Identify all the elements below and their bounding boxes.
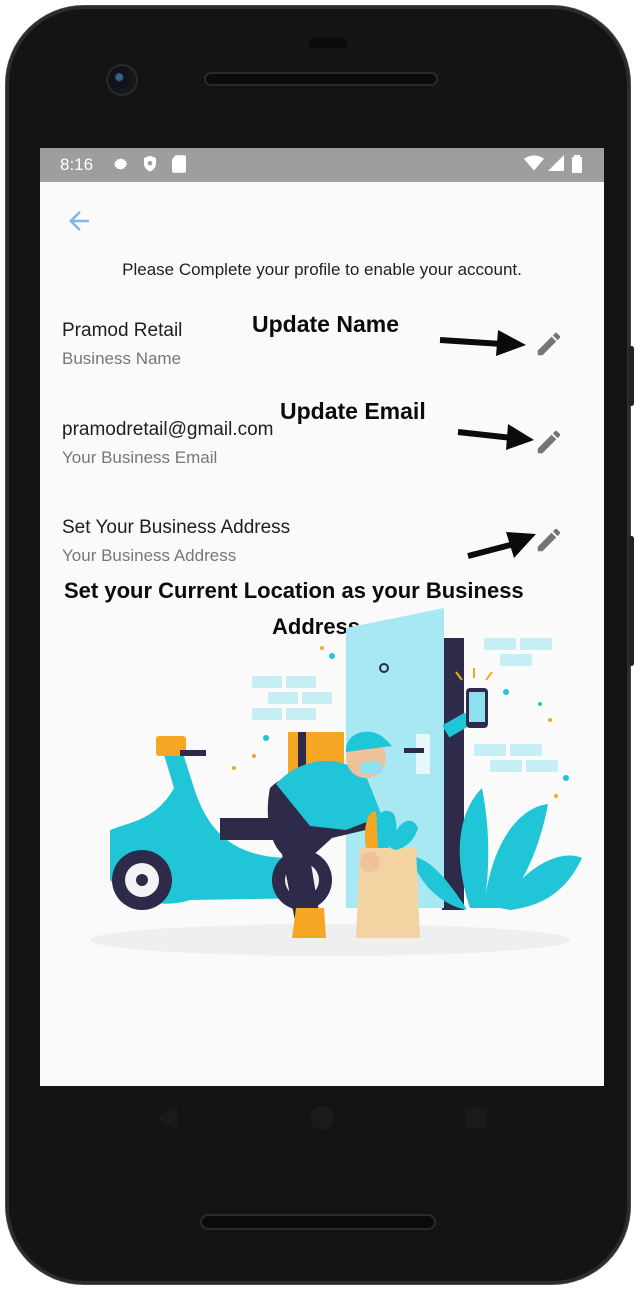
earpiece-speaker bbox=[204, 72, 438, 86]
annotation-set-location-line1: Set your Current Location as your Busine… bbox=[64, 578, 524, 603]
navigation-bar bbox=[40, 1086, 604, 1152]
annotation-arrow-email bbox=[457, 424, 534, 450]
delivery-illustration bbox=[90, 608, 582, 956]
business-name-value: Pramod Retail bbox=[62, 320, 183, 341]
pencil-icon[interactable] bbox=[534, 525, 564, 555]
business-email-label: Your Business Email bbox=[62, 448, 218, 467]
business-email-value: pramodretail@gmail.com bbox=[62, 419, 274, 440]
annotation-update-email: Update Email bbox=[280, 398, 426, 424]
home-circle-icon[interactable] bbox=[306, 1102, 338, 1134]
business-address-label: Your Business Address bbox=[62, 546, 237, 565]
phone-top-notch bbox=[308, 38, 348, 48]
power-button bbox=[629, 346, 634, 406]
business-address-value: Set Your Business Address bbox=[62, 517, 291, 538]
wifi-icon bbox=[524, 155, 544, 175]
volume-button bbox=[629, 536, 634, 666]
bottom-speaker bbox=[200, 1214, 436, 1230]
front-camera bbox=[108, 66, 136, 94]
intro-text: Please Complete your profile to enable y… bbox=[122, 260, 522, 279]
signal-icon bbox=[548, 155, 564, 175]
annotation-arrow-address bbox=[467, 532, 536, 559]
pencil-icon[interactable] bbox=[534, 427, 564, 457]
shield-icon bbox=[142, 155, 158, 177]
annotation-arrow-name bbox=[439, 330, 526, 356]
overview-square-icon[interactable] bbox=[460, 1102, 492, 1134]
status-time: 8:16 bbox=[60, 155, 94, 174]
sd-card-icon bbox=[172, 155, 186, 177]
pencil-icon[interactable] bbox=[534, 329, 564, 359]
business-name-label: Business Name bbox=[62, 349, 182, 368]
annotation-update-name: Update Name bbox=[252, 311, 399, 337]
back-triangle-icon[interactable] bbox=[152, 1102, 184, 1134]
status-bar: 8:16 bbox=[40, 148, 604, 182]
battery-icon bbox=[572, 155, 582, 177]
app-screen: 8:16 Please Complete your profile to ena… bbox=[40, 148, 604, 1086]
arrow-back-icon[interactable] bbox=[64, 206, 94, 236]
settings-icon bbox=[112, 155, 130, 177]
